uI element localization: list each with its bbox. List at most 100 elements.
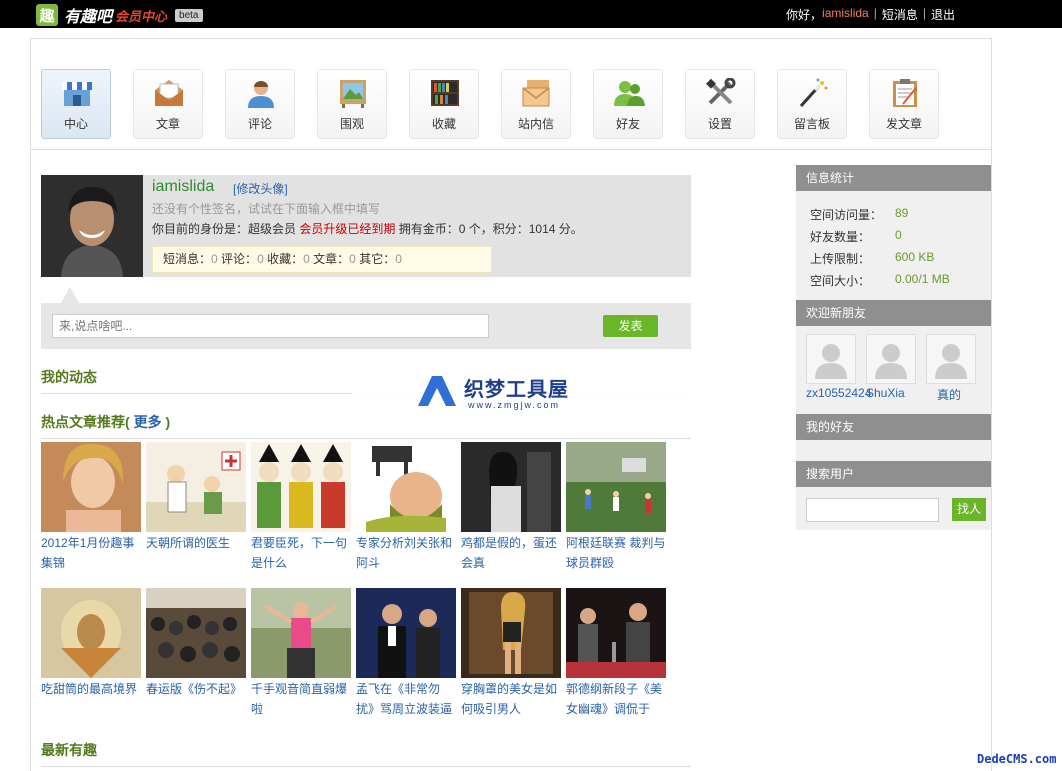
article-thumbnail[interactable] xyxy=(461,442,561,532)
user-search-input[interactable] xyxy=(806,498,939,522)
article-card[interactable]: 吃甜筒的最高境界 xyxy=(41,588,141,699)
profile-card: iamislida [修改头像] 还没有个性签名，试试在下面输入框中填写 你目前… xyxy=(41,175,691,277)
nav-item-inbox[interactable]: 站内信 xyxy=(501,69,571,139)
article-title[interactable]: 鸡都是假的，蛋还会真 xyxy=(461,533,561,573)
new-friend[interactable]: ShuXia xyxy=(866,334,916,400)
article-title[interactable]: 专家分析刘关张和阿斗 xyxy=(356,533,456,573)
friend-name[interactable]: 真的 xyxy=(926,386,976,403)
article-title[interactable]: 千手观音简直弱爆啦 xyxy=(251,679,351,719)
nav-item-new-article[interactable]: 发文章 xyxy=(869,69,939,139)
article-title[interactable]: 君要臣死，下一句是什么 xyxy=(251,533,351,573)
nav-label: 围观 xyxy=(339,117,364,131)
article-title[interactable]: 天朝所谓的医生 xyxy=(146,533,246,553)
watermark-logo-icon xyxy=(418,376,456,406)
nav-label: 文章 xyxy=(155,117,180,131)
friend-name[interactable]: ShuXia xyxy=(866,386,916,400)
article-card[interactable]: 千手观音简直弱爆啦 xyxy=(251,588,351,719)
article-card[interactable]: 孟飞在《非常勿扰》骂周立波装逼 xyxy=(356,588,456,719)
envelope-open-icon xyxy=(155,80,183,106)
article-title[interactable]: 2012年1月份趣事集锦 xyxy=(41,533,141,573)
stat-label: 上传限制： xyxy=(810,252,871,266)
article-thumbnail[interactable] xyxy=(251,588,351,678)
stats-panel-title: 信息统计 xyxy=(796,165,991,191)
nav-label: 好友 xyxy=(615,117,640,131)
article-thumbnail[interactable] xyxy=(41,442,141,532)
logo-mark: 趣 xyxy=(36,4,58,26)
article-card[interactable]: 2012年1月份趣事集锦 xyxy=(41,442,141,573)
article-thumbnail[interactable] xyxy=(566,442,666,532)
site-logo[interactable]: 趣 有趣吧 会员中心 beta xyxy=(36,3,203,27)
stat-value: 0 xyxy=(895,228,902,242)
default-avatar-icon[interactable] xyxy=(926,334,976,384)
logout-link[interactable]: 退出 xyxy=(931,6,955,23)
nav-item-friends[interactable]: 好友 xyxy=(593,69,663,139)
count-messages: 0 xyxy=(211,252,218,266)
upgrade-expired-link[interactable]: 会员升级已经到期 xyxy=(299,222,395,236)
nav-item-guestbook[interactable]: 留言板 xyxy=(777,69,847,139)
article-title[interactable]: 吃甜筒的最高境界 xyxy=(41,679,141,699)
my-friends-panel xyxy=(796,440,991,461)
article-card[interactable]: 君要臣死，下一句是什么 xyxy=(251,442,351,573)
article-card[interactable]: 阿根廷联赛 裁判与球员群殴 xyxy=(566,442,666,573)
username-link[interactable]: iamislida xyxy=(822,6,869,23)
article-card[interactable]: 天朝所谓的医生 xyxy=(146,442,246,553)
count-label: 评论： xyxy=(221,252,258,266)
article-thumbnail[interactable] xyxy=(566,588,666,678)
edit-avatar-link[interactable]: [修改头像] xyxy=(233,180,288,197)
default-avatar-icon[interactable] xyxy=(866,334,916,384)
article-thumbnail[interactable] xyxy=(461,588,561,678)
bookshelf-icon xyxy=(431,80,459,106)
status-input[interactable] xyxy=(52,314,489,338)
new-friend[interactable]: zx10552424 xyxy=(806,334,871,400)
article-thumbnail[interactable] xyxy=(146,442,246,532)
article-card[interactable]: 春运版《伤不起》 xyxy=(146,588,246,699)
nav-item-favorites[interactable]: 收藏 xyxy=(409,69,479,139)
nav-item-watch[interactable]: 围观 xyxy=(317,69,387,139)
friends-icon xyxy=(614,81,645,106)
count-label: 收藏： xyxy=(267,252,304,266)
default-avatar-icon[interactable] xyxy=(806,334,856,384)
count-articles: 0 xyxy=(349,252,356,266)
new-friend[interactable]: 真的 xyxy=(926,334,976,403)
article-thumbnail[interactable] xyxy=(356,588,456,678)
nav-item-center[interactable]: 中心 xyxy=(41,69,111,139)
friend-name[interactable]: zx10552424 xyxy=(806,386,871,400)
article-thumbnail[interactable] xyxy=(356,442,456,532)
mail-stack-icon xyxy=(522,80,550,107)
article-thumbnail[interactable] xyxy=(146,588,246,678)
stat-friends: 好友数量： 0 xyxy=(810,228,902,245)
article-card[interactable]: 穿胸罩的美女是如何吸引男人 xyxy=(461,588,561,719)
count-label: 文章： xyxy=(313,252,350,266)
article-title[interactable]: 春运版《伤不起》 xyxy=(146,679,246,699)
messages-link[interactable]: 短消息 xyxy=(882,6,918,23)
more-link[interactable]: 更多 xyxy=(134,414,162,430)
nav-item-settings[interactable]: 设置 xyxy=(685,69,755,139)
avatar[interactable] xyxy=(41,175,143,277)
tools-icon xyxy=(706,78,736,105)
beta-badge: beta xyxy=(175,8,203,22)
divider: | xyxy=(873,6,877,20)
nav-label: 收藏 xyxy=(431,117,456,131)
article-card[interactable]: 郭德纲新段子《美女幽魂》调侃于 xyxy=(566,588,666,719)
find-user-button[interactable]: 找人 xyxy=(952,498,986,521)
watermark-name: 织梦工具屋 xyxy=(464,379,569,401)
article-card[interactable]: 鸡都是假的，蛋还会真 xyxy=(461,442,561,573)
stat-value: 600 KB xyxy=(895,250,935,264)
nav-item-articles[interactable]: 文章 xyxy=(133,69,203,139)
logo-member-center: 会员中心 xyxy=(115,8,168,24)
article-thumbnail[interactable] xyxy=(251,442,351,532)
main-nav: 中心 文章 评论 围观 收藏 站内信 好友 设置 留言板 发文章 xyxy=(41,69,961,139)
nav-item-comments[interactable]: 评论 xyxy=(225,69,295,139)
article-thumbnail[interactable] xyxy=(41,588,141,678)
article-title[interactable]: 穿胸罩的美女是如何吸引男人 xyxy=(461,679,561,719)
article-card[interactable]: 专家分析刘关张和阿斗 xyxy=(356,442,456,573)
logo-site-name: 有趣吧 xyxy=(64,9,113,26)
stat-label: 空间大小： xyxy=(810,274,871,288)
post-submit-button[interactable]: 发表 xyxy=(603,315,658,337)
article-title[interactable]: 郭德纲新段子《美女幽魂》调侃于 xyxy=(566,679,666,719)
article-title[interactable]: 孟飞在《非常勿扰》骂周立波装逼 xyxy=(356,679,456,719)
count-label: 其它： xyxy=(359,252,396,266)
stat-upload-limit: 上传限制： 600 KB xyxy=(810,250,934,267)
article-title[interactable]: 阿根廷联赛 裁判与球员群殴 xyxy=(566,533,666,573)
section-divider xyxy=(41,438,691,439)
